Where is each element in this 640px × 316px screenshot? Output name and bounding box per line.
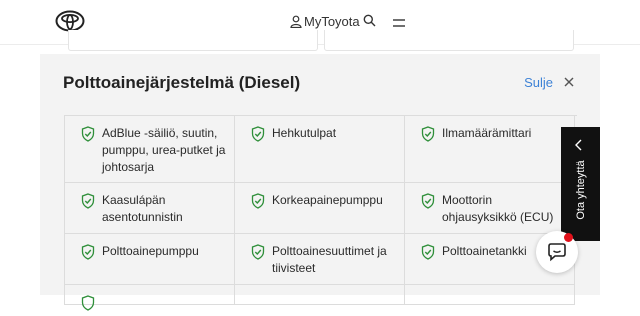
chevron-left-icon: [574, 138, 584, 156]
shield-check-icon: [421, 126, 435, 176]
shield-check-icon: [251, 193, 265, 227]
part-label: Ilmamäärämittari: [442, 126, 532, 140]
grid-cell: AdBlue -säiliö, suutin, pumppu, urea-put…: [65, 116, 235, 183]
grid-cell: Kaasulápän asentotunnistin: [65, 183, 235, 234]
shield-check-icon: [81, 193, 95, 227]
shield-check-icon: [81, 126, 95, 176]
part-label: Moottorin ohjausyksikkö (ECU): [442, 193, 554, 224]
grid-row: Kaasulápän asentotunnistin Korkeapainepu…: [65, 183, 577, 234]
grid-row: [65, 285, 577, 311]
notification-badge: [564, 233, 573, 242]
part-label: AdBlue -säiliö, suutin, pumppu, urea-put…: [102, 126, 226, 174]
user-icon: [290, 15, 302, 28]
grid-cell: Polttoainepumppu: [65, 234, 235, 285]
grid-row: Polttoainepumppu Polttoainesuuttimet ja …: [65, 234, 577, 285]
mytoyota-link[interactable]: MyToyota: [290, 14, 360, 29]
panel-title: Polttoainejärjestelmä (Diesel): [63, 73, 301, 92]
part-label: Polttoainepumppu: [102, 244, 199, 258]
grid-cell: Moottorin ohjausyksikkö (ECU): [405, 183, 575, 234]
part-label: Polttoainetankki: [442, 244, 527, 258]
part-label: Hehkutulpat: [272, 126, 337, 140]
contact-tab-label: Ota yhteyttä: [575, 160, 587, 220]
grid-cell: Ilmamäärämittari: [405, 116, 575, 183]
close-button[interactable]: Sulje: [524, 75, 553, 90]
grid-cell: [235, 285, 405, 305]
shield-check-icon: [81, 244, 95, 278]
grid-cell: Korkeapainepumppu: [235, 183, 405, 234]
part-label: Polttoainesuuttimet ja tiivisteet: [272, 244, 387, 275]
part-label: Kaasulápän asentotunnistin: [102, 193, 183, 224]
mytoyota-label: MyToyota: [304, 14, 360, 29]
close-icon[interactable]: [564, 74, 574, 92]
shield-check-icon: [251, 126, 265, 176]
covered-parts-grid: AdBlue -säiliö, suutin, pumppu, urea-put…: [64, 115, 577, 311]
contact-tab[interactable]: Ota yhteyttä: [561, 127, 600, 241]
grid-cell: [405, 285, 575, 305]
shield-check-icon: [251, 244, 265, 278]
shield-check-icon: [421, 244, 435, 278]
previous-card-right: [324, 30, 574, 51]
grid-cell: Hehkutulpat: [235, 116, 405, 183]
grid-cell: Polttoainesuuttimet ja tiivisteet: [235, 234, 405, 285]
previous-card-left: [68, 30, 318, 51]
grid-cell: [65, 285, 235, 311]
shield-check-icon: [81, 295, 95, 311]
chat-icon: [548, 243, 566, 262]
part-label: Korkeapainepumppu: [272, 193, 383, 207]
shield-check-icon: [421, 193, 435, 227]
grid-row: AdBlue -säiliö, suutin, pumppu, urea-put…: [65, 116, 577, 183]
fuel-system-panel: Polttoainejärjestelmä (Diesel) Sulje AdB…: [40, 54, 600, 311]
